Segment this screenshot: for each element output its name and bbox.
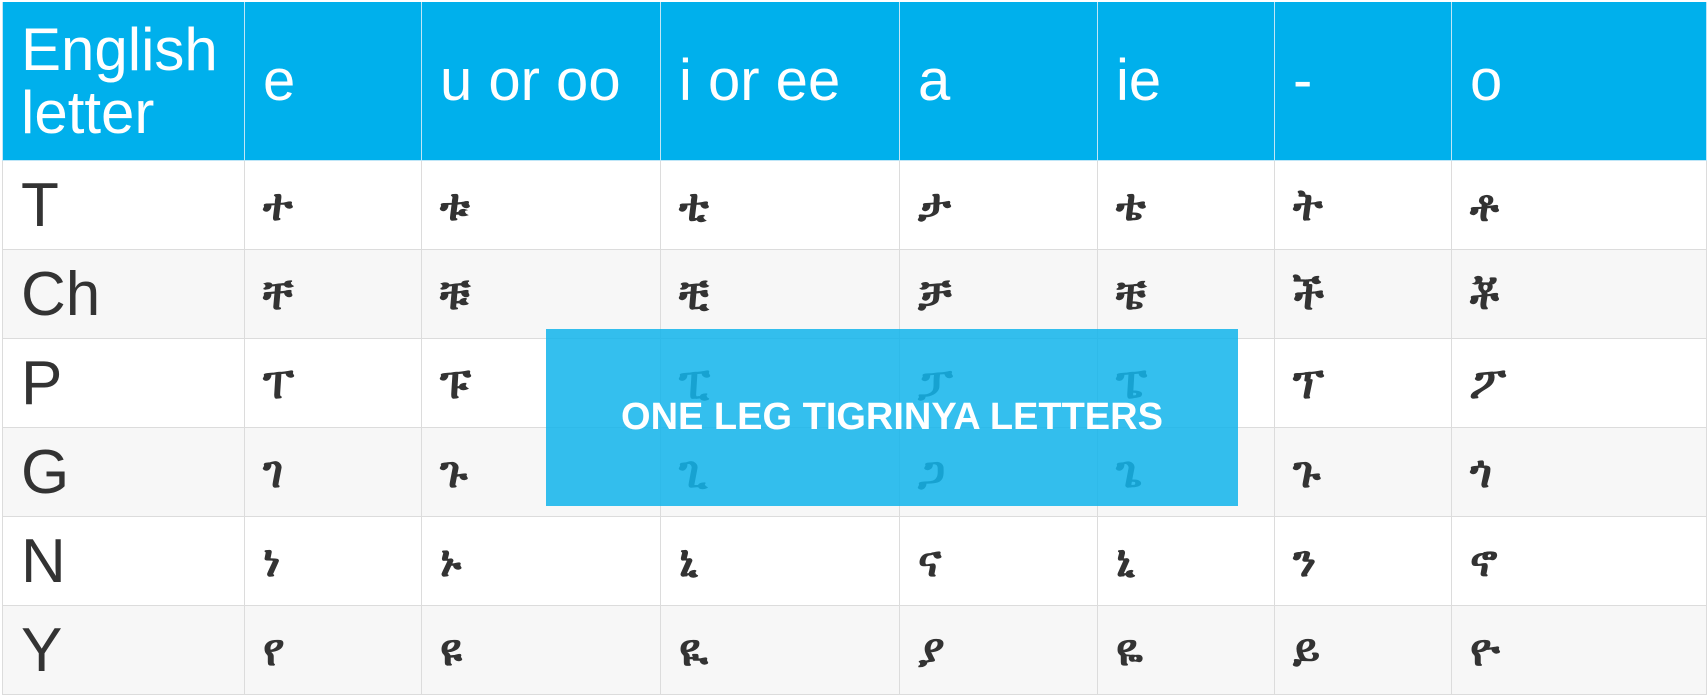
tigrinya-letter-cell: ፕ: [1274, 338, 1452, 428]
tigrinya-letter-cell: ቻ: [899, 249, 1098, 339]
table-row: N ነ ኑ ኒ ና ኒ ን ኖ: [2, 516, 1707, 606]
tigrinya-letter-cell: ና: [899, 516, 1098, 606]
tigrinya-letter-cell: ጎ: [1451, 427, 1707, 517]
tigrinya-letter-cell: ቶ: [1451, 160, 1707, 250]
tigrinya-letter-cell: ቾ: [1451, 249, 1707, 339]
tigrinya-letter-cell: ፖ: [1451, 338, 1707, 428]
table-row: Ch ቸ ቹ ቺ ቻ ቼ ች ቾ: [2, 249, 1707, 339]
tigrinya-letter-cell: ች: [1274, 249, 1452, 339]
tigrinya-letter-cell: ፐ: [244, 338, 422, 428]
tigrinya-letter-cell: ቲ: [660, 160, 900, 250]
tigrinya-letter-cell: ት: [1274, 160, 1452, 250]
english-letter-cell: N: [2, 516, 245, 606]
tigrinya-letter-cell: ዪ: [660, 605, 900, 695]
tigrinya-letter-cell: ያ: [899, 605, 1098, 695]
english-letter-cell: P: [2, 338, 245, 428]
header-vowel-i: i or ee: [660, 2, 900, 161]
tigrinya-letter-cell: ዮ: [1451, 605, 1707, 695]
header-row: English letter e u or oo i or ee a ie - …: [2, 2, 1707, 161]
tigrinya-letter-cell: ቸ: [244, 249, 422, 339]
tigrinya-letter-cell: ቹ: [421, 249, 661, 339]
tigrinya-letter-cell: የ: [244, 605, 422, 695]
tigrinya-letter-cell: ኒ: [660, 516, 900, 606]
header-english-letter: English letter: [2, 2, 245, 161]
tigrinya-letter-cell: ጉ: [1274, 427, 1452, 517]
header-vowel-none: -: [1274, 2, 1452, 161]
tigrinya-letter-cell: ዩ: [421, 605, 661, 695]
header-vowel-u: u or oo: [421, 2, 661, 161]
header-vowel-a: a: [899, 2, 1098, 161]
table-row: Y የ ዩ ዪ ያ ዬ ይ ዮ: [2, 605, 1707, 695]
tigrinya-letter-cell: ተ: [244, 160, 422, 250]
tigrinya-letter-cell: ቱ: [421, 160, 661, 250]
header-vowel-e: e: [244, 2, 422, 161]
tigrinya-letter-cell: ቴ: [1097, 160, 1275, 250]
tigrinya-letter-cell: ገ: [244, 427, 422, 517]
banner-title: ONE LEG TIGRINYA LETTERS: [621, 396, 1163, 438]
english-letter-cell: Ch: [2, 249, 245, 339]
tigrinya-letter-cell: ነ: [244, 516, 422, 606]
english-letter-cell: Y: [2, 605, 245, 695]
tigrinya-letter-cell: ዬ: [1097, 605, 1275, 695]
header-vowel-o: o: [1451, 2, 1707, 161]
header-vowel-ie: ie: [1097, 2, 1275, 161]
table-row: T ተ ቱ ቲ ታ ቴ ት ቶ: [2, 160, 1707, 250]
tigrinya-letter-cell: ኖ: [1451, 516, 1707, 606]
tigrinya-letter-cell: ቼ: [1097, 249, 1275, 339]
title-banner: ONE LEG TIGRINYA LETTERS: [546, 329, 1238, 506]
tigrinya-letter-cell: ኒ: [1097, 516, 1275, 606]
english-letter-cell: T: [2, 160, 245, 250]
tigrinya-letter-cell: ኑ: [421, 516, 661, 606]
tigrinya-letter-cell: ታ: [899, 160, 1098, 250]
tigrinya-letter-cell: ቺ: [660, 249, 900, 339]
tigrinya-letter-cell: ይ: [1274, 605, 1452, 695]
english-letter-cell: G: [2, 427, 245, 517]
tigrinya-letter-cell: ን: [1274, 516, 1452, 606]
